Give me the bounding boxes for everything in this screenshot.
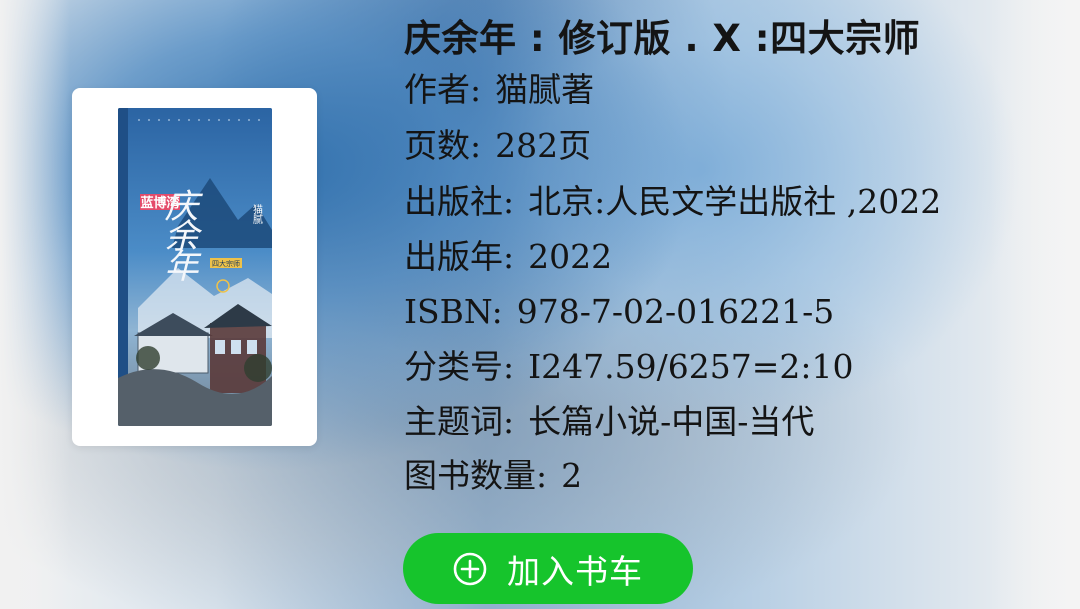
quantity-row: 图书数量: 2 [404, 457, 582, 495]
book-cover-card[interactable]: 蓝博湾 庆余年 猫腻 四大宗师 [72, 88, 317, 446]
subject-row: 主题词: 长篇小说-中国-当代 [404, 403, 814, 441]
pages-value: 282页 [495, 126, 592, 165]
add-to-cart-button[interactable]: 加入书车 [403, 533, 693, 604]
publisher-label: 出版社: [404, 182, 515, 221]
cover-author-text: 猫腻 [251, 203, 263, 225]
author-row: 作者: 猫腻著 [404, 71, 594, 109]
isbn-label: ISBN: [404, 292, 503, 331]
publisher-value: 北京:人民文学出版社 ,2022 [528, 182, 942, 221]
publish-year-value: 2022 [528, 237, 613, 276]
book-cover-image: 蓝博湾 庆余年 猫腻 四大宗师 [118, 108, 272, 426]
quantity-value: 2 [561, 456, 583, 495]
pages-row: 页数: 282页 [404, 127, 591, 165]
pages-label: 页数: [404, 126, 482, 165]
quantity-label: 图书数量: [404, 456, 548, 495]
plus-circle-icon [453, 552, 487, 585]
cover-subtitle-text: 四大宗师 [212, 259, 240, 268]
add-to-cart-label: 加入书车 [507, 551, 643, 591]
classification-label: 分类号: [404, 347, 515, 386]
book-title: 庆余年 : 修订版 . X :四大宗师 [404, 17, 921, 60]
author-label: 作者: [404, 70, 482, 109]
background-left-fade [0, 0, 70, 609]
subject-value: 长篇小说-中国-当代 [528, 402, 815, 441]
author-value: 猫腻著 [495, 70, 595, 109]
classification-value: I247.59/6257=2:10 [528, 347, 854, 386]
background-right-fade [990, 0, 1080, 609]
isbn-value: 978-7-02-016221-5 [516, 292, 835, 331]
publish-year-label: 出版年: [404, 237, 515, 276]
classification-row: 分类号: I247.59/6257=2:10 [404, 348, 853, 386]
publish-year-row: 出版年: 2022 [404, 238, 612, 276]
subject-label: 主题词: [404, 402, 515, 441]
publisher-row: 出版社: 北京:人民文学出版社 ,2022 [404, 183, 941, 221]
isbn-row: ISBN: 978-7-02-016221-5 [404, 293, 834, 331]
cover-series-text: 庆余年 [158, 188, 198, 281]
